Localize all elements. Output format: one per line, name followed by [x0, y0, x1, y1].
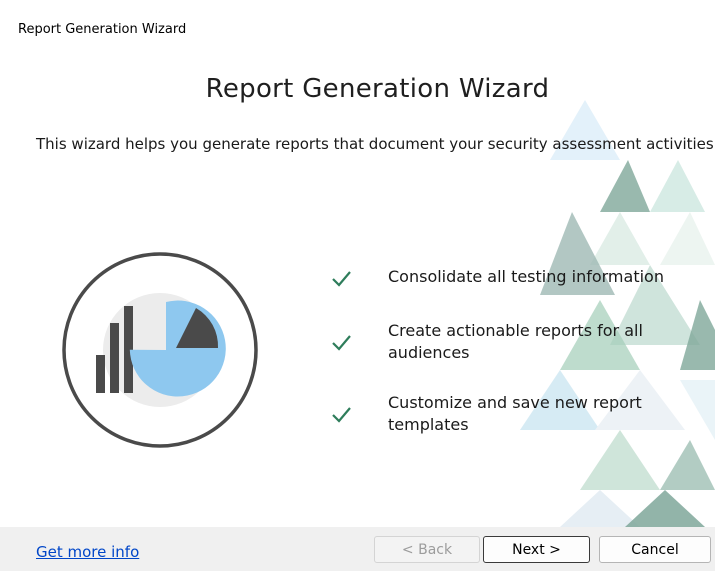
feature-text-line: Consolidate all testing information	[388, 267, 664, 286]
page-description: This wizard helps you generate reports t…	[36, 135, 714, 153]
feature-text-line: audiences	[388, 343, 470, 362]
checkmark-icon	[332, 335, 351, 351]
wizard-window: Report Generation Wizard Report Generati…	[0, 0, 715, 571]
feature-text-line: Create actionable reports for all	[388, 321, 643, 340]
feature-text-line: Customize and save new report	[388, 393, 642, 412]
page-title: Report Generation Wizard	[205, 74, 550, 104]
get-more-info-link[interactable]: Get more info	[36, 543, 139, 561]
back-button[interactable]: < Back	[374, 536, 480, 563]
window-title: Report Generation Wizard	[18, 22, 187, 37]
report-chart-icon	[62, 252, 258, 448]
cancel-button[interactable]: Cancel	[599, 536, 711, 563]
footer-bar: Get more info < Back Next > Cancel	[0, 527, 715, 571]
checkmark-icon	[332, 407, 351, 423]
next-button[interactable]: Next >	[483, 536, 590, 563]
feature-text-line: templates	[388, 415, 469, 434]
checkmark-icon	[332, 271, 351, 287]
title-bar: Report Generation Wizard	[0, 0, 715, 46]
